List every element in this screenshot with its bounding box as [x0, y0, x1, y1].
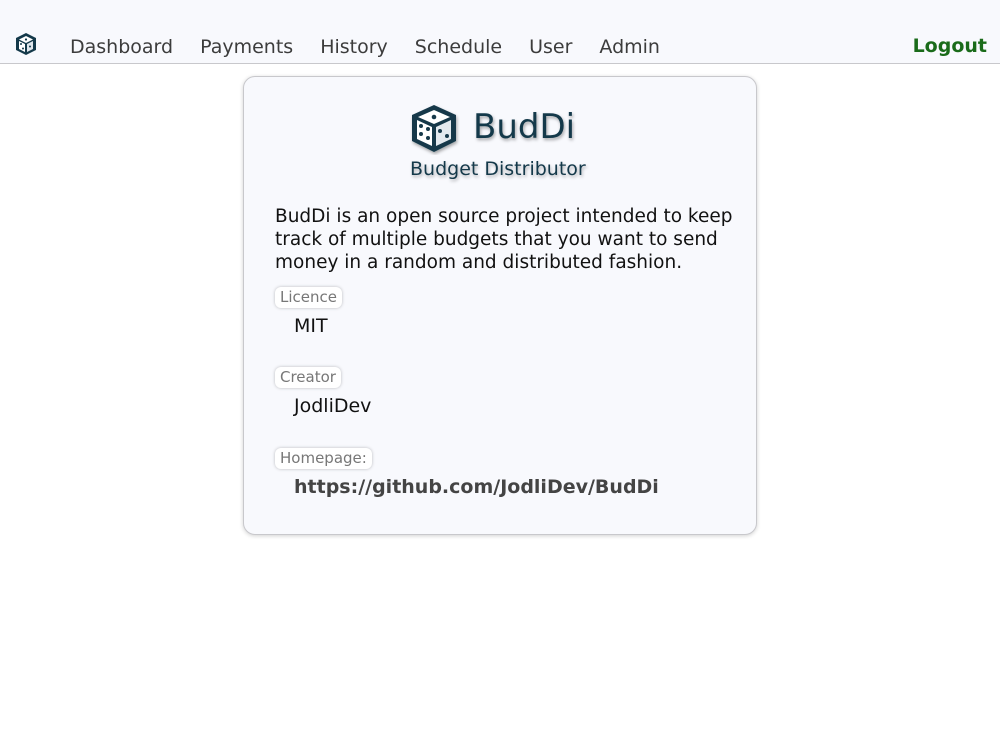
- nav-admin[interactable]: Admin: [599, 35, 660, 59]
- brand-tagline: Budget Distributor: [410, 158, 586, 180]
- main-nav: Dashboard Payments History Schedule User…: [70, 35, 687, 59]
- brand-name: BudDi: [473, 107, 576, 147]
- nav-payments[interactable]: Payments: [200, 35, 293, 59]
- top-navbar: Dashboard Payments History Schedule User…: [0, 0, 1000, 64]
- licence-label: Licence: [275, 287, 342, 308]
- nav-schedule[interactable]: Schedule: [415, 35, 502, 59]
- homepage-label: Homepage:: [275, 448, 372, 469]
- brand-logo-block: BudDi Budget Distributor: [410, 103, 600, 183]
- dice-logo-icon: [412, 105, 456, 152]
- nav-dashboard[interactable]: Dashboard: [70, 35, 173, 59]
- nav-user[interactable]: User: [529, 35, 572, 59]
- homepage-link[interactable]: https://github.com/JodliDev/BudDi: [294, 475, 659, 499]
- about-card: BudDi Budget Distributor BudDi is an ope…: [243, 76, 757, 535]
- dice-icon[interactable]: [13, 31, 39, 57]
- creator-label: Creator: [275, 367, 341, 388]
- creator-value: JodliDev: [294, 395, 372, 417]
- logout-link[interactable]: Logout: [913, 34, 987, 58]
- project-description: BudDi is an open source project intended…: [275, 206, 733, 273]
- licence-value: MIT: [294, 315, 328, 337]
- nav-history[interactable]: History: [320, 35, 388, 59]
